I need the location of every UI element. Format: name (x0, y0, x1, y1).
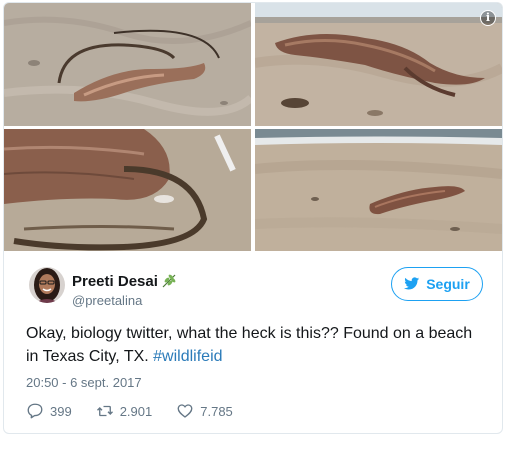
author-handle[interactable]: @preetalina (72, 293, 142, 308)
reply-count: 399 (50, 403, 72, 419)
tweet-card: i Preeti Desai @preetalina Seguir Okay, … (3, 2, 503, 434)
like-action[interactable]: 7.785 (176, 402, 233, 420)
heart-icon (177, 404, 193, 418)
twitter-bird-icon (404, 277, 420, 291)
follow-button[interactable]: Seguir (391, 267, 483, 301)
retweet-count: 2.901 (119, 403, 153, 419)
tweet-header: Preeti Desai @preetalina Seguir (4, 251, 502, 313)
media-photo-1[interactable] (4, 3, 251, 126)
media-photo-3[interactable] (4, 129, 251, 251)
media-photo-2[interactable]: i (255, 3, 502, 126)
info-icon[interactable]: i (480, 10, 496, 26)
retweet-icon (96, 405, 113, 417)
tweet-timestamp[interactable]: 20:50 - 6 sept. 2017 (26, 375, 142, 390)
reply-icon (27, 403, 43, 419)
author-display-name[interactable]: Preeti Desai (72, 273, 158, 290)
retweet-action[interactable]: 2.901 (96, 402, 153, 420)
avatar[interactable] (29, 267, 65, 303)
tweet-text: Okay, biology twitter, what the heck is … (26, 322, 486, 368)
media-photo-4[interactable] (255, 129, 502, 251)
hashtag-link[interactable]: #wildlifeid (153, 348, 222, 365)
like-count: 7.785 (200, 403, 233, 419)
tweet-media-grid[interactable]: i (4, 3, 502, 251)
tweet-actions: 399 2.901 7.785 (26, 402, 257, 420)
author-name-row: Preeti Desai (72, 272, 177, 290)
reply-action[interactable]: 399 (26, 402, 72, 420)
leaf-icon (161, 273, 177, 289)
tweet-text-body: Okay, biology twitter, what the heck is … (26, 325, 473, 365)
follow-button-label: Seguir (426, 276, 470, 292)
